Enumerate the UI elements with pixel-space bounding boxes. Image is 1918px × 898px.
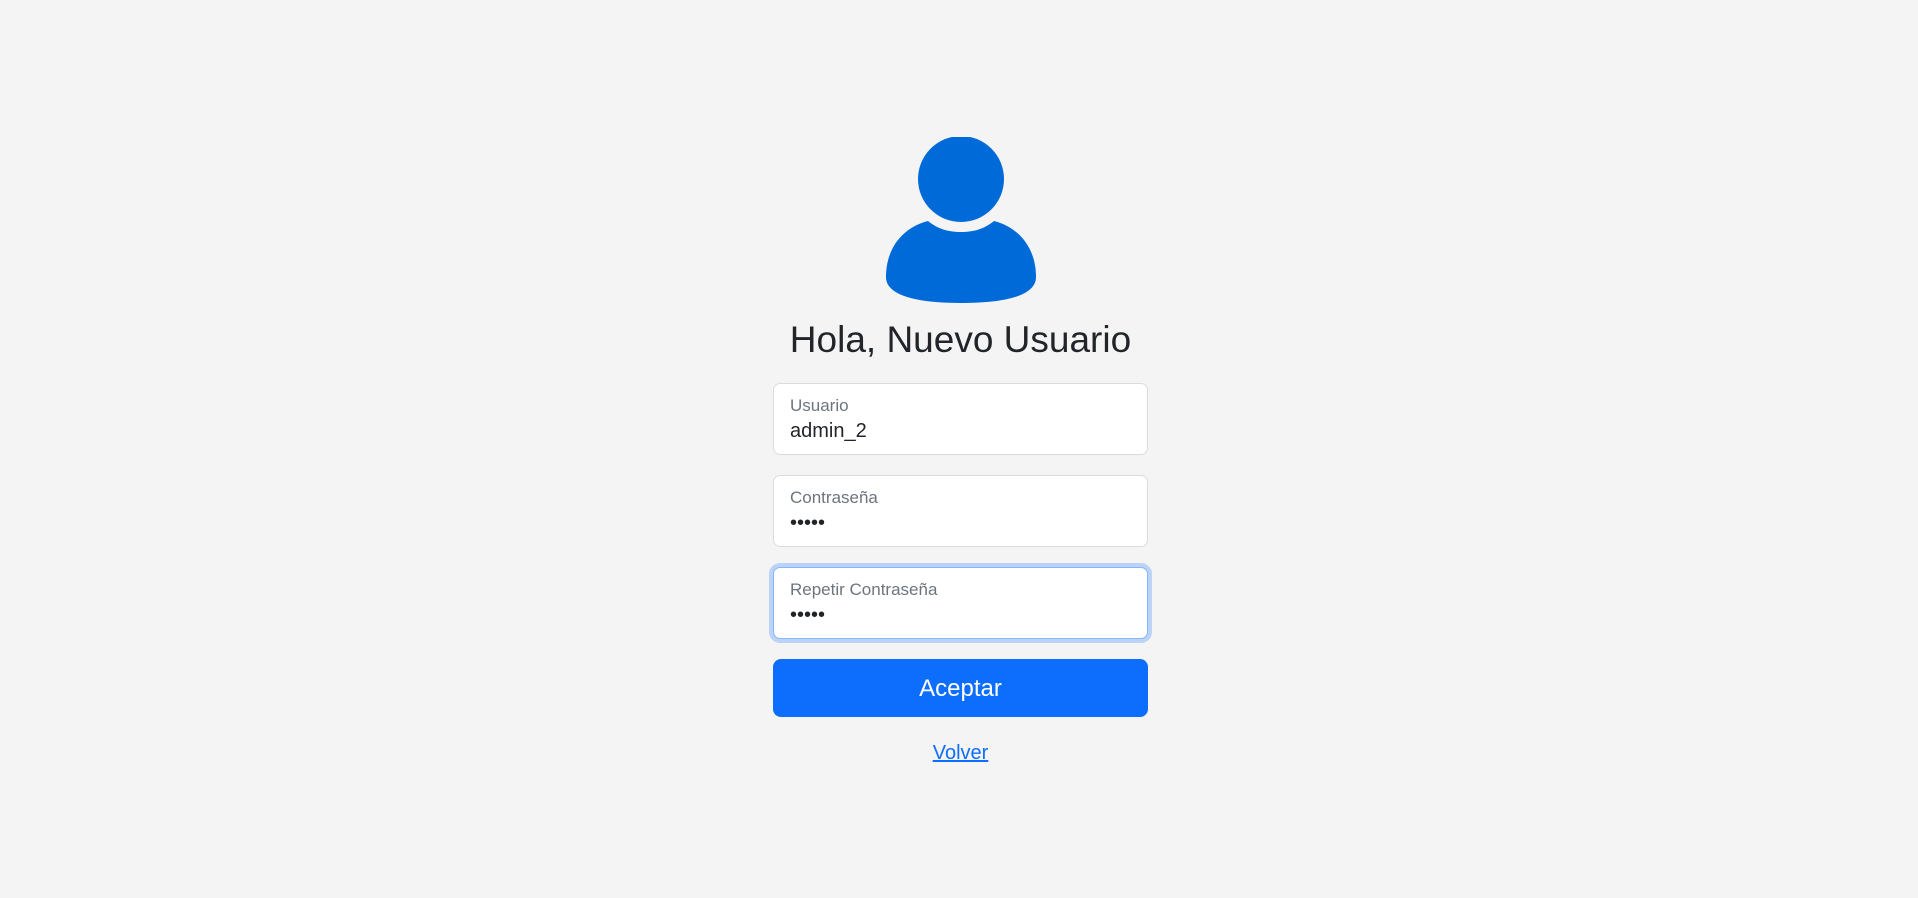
- repeat-password-field[interactable]: Repetir Contraseña •••••: [773, 567, 1148, 639]
- username-label: Usuario: [790, 396, 849, 415]
- repeat-password-input[interactable]: •••••: [790, 602, 825, 628]
- repeat-password-label: Repetir Contraseña: [790, 580, 938, 599]
- password-label: Contraseña: [790, 488, 878, 507]
- signup-card: Hola, Nuevo Usuario Usuario admin_2 Cont…: [773, 137, 1148, 765]
- password-field[interactable]: Contraseña •••••: [773, 475, 1148, 547]
- accept-button[interactable]: Aceptar: [773, 659, 1148, 717]
- page-title: Hola, Nuevo Usuario: [789, 319, 1132, 360]
- signup-page: Hola, Nuevo Usuario Usuario admin_2 Cont…: [0, 0, 1918, 898]
- password-input[interactable]: •••••: [790, 510, 825, 536]
- username-field[interactable]: Usuario admin_2: [773, 383, 1148, 455]
- user-icon: [885, 137, 1036, 303]
- back-link[interactable]: Volver: [933, 741, 989, 765]
- username-input[interactable]: admin_2: [790, 418, 867, 444]
